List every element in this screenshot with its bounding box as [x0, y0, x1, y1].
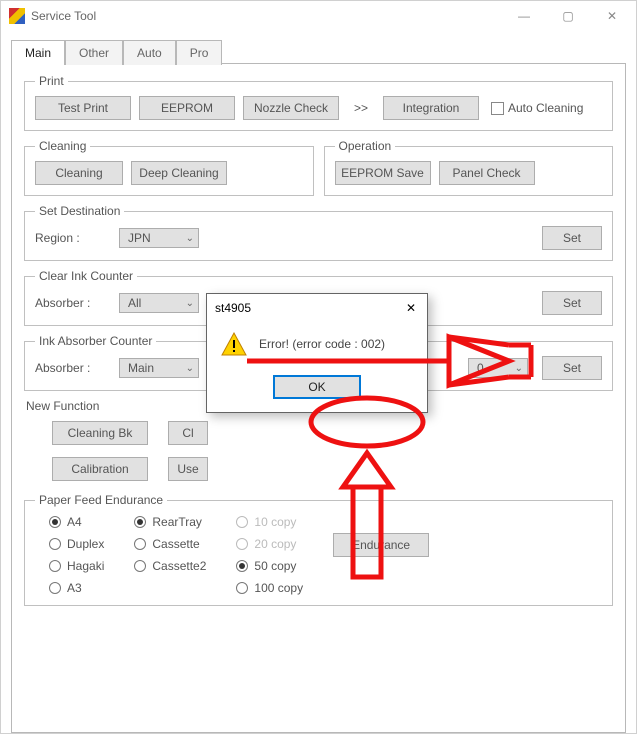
- ink-absorber-legend: Ink Absorber Counter: [35, 334, 156, 348]
- cleaning-button[interactable]: Cleaning: [35, 161, 123, 185]
- radio-cassette[interactable]: Cassette: [134, 537, 206, 551]
- operation-legend: Operation: [335, 139, 396, 153]
- dialog-message: Error! (error code : 002): [259, 337, 385, 351]
- set-clear-ink-button[interactable]: Set: [542, 291, 602, 315]
- tab-auto[interactable]: Auto: [123, 40, 176, 65]
- ink-absorber-value2: 0: [477, 361, 484, 375]
- cleaning-bk-button[interactable]: Cleaning Bk: [52, 421, 148, 445]
- pfe-col-size: A4 Duplex Hagaki A3: [49, 515, 104, 595]
- radio-a4[interactable]: A4: [49, 515, 104, 529]
- tab-other[interactable]: Other: [65, 40, 123, 65]
- dialog-titlebar: st4905 ✕: [207, 294, 427, 322]
- endurance-button[interactable]: Endurance: [333, 533, 429, 557]
- cleaning-legend: Cleaning: [35, 139, 90, 153]
- set-ink-absorber-button[interactable]: Set: [542, 356, 602, 380]
- chevron-down-icon: ⌄: [186, 363, 194, 374]
- app-icon: [9, 8, 25, 24]
- region-select[interactable]: JPN ⌄: [119, 228, 199, 248]
- window-titlebar: Service Tool — ▢ ✕: [1, 1, 636, 31]
- operation-group: Operation EEPROM Save Panel Check: [324, 139, 614, 196]
- paper-feed-group: Paper Feed Endurance A4 Duplex Hagaki A3…: [24, 493, 613, 606]
- auto-cleaning-checkbox[interactable]: Auto Cleaning: [491, 101, 583, 115]
- radio-50copy[interactable]: 50 copy: [236, 559, 303, 573]
- radio-cassette2[interactable]: Cassette2: [134, 559, 206, 573]
- set-region-button[interactable]: Set: [542, 226, 602, 250]
- region-select-value: JPN: [128, 231, 151, 245]
- radio-10copy[interactable]: 10 copy: [236, 515, 303, 529]
- window-title: Service Tool: [31, 9, 502, 23]
- print-group: Print Test Print EEPROM Nozzle Check >> …: [24, 74, 613, 131]
- window-close-button[interactable]: ✕: [590, 1, 634, 31]
- ink-absorber-label: Absorber :: [35, 361, 105, 375]
- panel-check-button[interactable]: Panel Check: [439, 161, 535, 185]
- checkbox-icon: [491, 102, 504, 115]
- ink-absorber-select[interactable]: Main ⌄: [119, 358, 199, 378]
- nozzle-check-button[interactable]: Nozzle Check: [243, 96, 339, 120]
- region-label: Region :: [35, 231, 105, 245]
- auto-cleaning-label: Auto Cleaning: [508, 101, 583, 115]
- clear-absorber-select[interactable]: All ⌄: [119, 293, 199, 313]
- dialog-close-button[interactable]: ✕: [403, 300, 419, 316]
- clear-ink-legend: Clear Ink Counter: [35, 269, 137, 283]
- clear-absorber-label: Absorber :: [35, 296, 105, 310]
- print-legend: Print: [35, 74, 68, 88]
- radio-a3[interactable]: A3: [49, 581, 104, 595]
- tab-strip: Main Other Auto Pro: [11, 39, 626, 64]
- ink-absorber-value: Main: [128, 361, 154, 375]
- ink-absorber-value2-select[interactable]: 0 ⌄: [468, 358, 528, 378]
- calibration-button[interactable]: Calibration: [52, 457, 148, 481]
- paper-feed-legend: Paper Feed Endurance: [35, 493, 167, 507]
- dialog-title: st4905: [215, 301, 251, 315]
- radio-reartray[interactable]: RearTray: [134, 515, 206, 529]
- integration-button[interactable]: Integration: [383, 96, 479, 120]
- window-maximize-button[interactable]: ▢: [546, 1, 590, 31]
- pfe-col-copy: 10 copy 20 copy 50 copy 100 copy: [236, 515, 303, 595]
- deep-cleaning-button[interactable]: Deep Cleaning: [131, 161, 227, 185]
- chevron-down-icon: ⌄: [186, 233, 194, 244]
- chevron-down-icon: ⌄: [515, 363, 523, 374]
- set-destination-group: Set Destination Region : JPN ⌄ Set: [24, 204, 613, 261]
- tab-pro[interactable]: Pro: [176, 40, 223, 65]
- cleaning-group: Cleaning Cleaning Deep Cleaning: [24, 139, 314, 196]
- chevron-down-icon: ⌄: [186, 298, 194, 309]
- test-print-button[interactable]: Test Print: [35, 96, 131, 120]
- window-minimize-button[interactable]: —: [502, 1, 546, 31]
- pfe-col-tray: RearTray Cassette Cassette2: [134, 515, 206, 573]
- set-destination-legend: Set Destination: [35, 204, 124, 218]
- radio-100copy[interactable]: 100 copy: [236, 581, 303, 595]
- radio-hagaki[interactable]: Hagaki: [49, 559, 104, 573]
- more-buttons-icon[interactable]: >>: [347, 101, 375, 115]
- clear-absorber-value: All: [128, 296, 141, 310]
- dialog-ok-button[interactable]: OK: [274, 376, 360, 398]
- eeprom-save-button[interactable]: EEPROM Save: [335, 161, 431, 185]
- radio-20copy[interactable]: 20 copy: [236, 537, 303, 551]
- error-dialog: st4905 ✕ Error! (error code : 002) OK: [206, 293, 428, 413]
- cleaning-cl-button[interactable]: Cl: [168, 421, 208, 445]
- radio-duplex[interactable]: Duplex: [49, 537, 104, 551]
- use-button[interactable]: Use: [168, 457, 208, 481]
- eeprom-button[interactable]: EEPROM: [139, 96, 235, 120]
- warning-icon: [221, 332, 247, 356]
- tab-main[interactable]: Main: [11, 40, 65, 65]
